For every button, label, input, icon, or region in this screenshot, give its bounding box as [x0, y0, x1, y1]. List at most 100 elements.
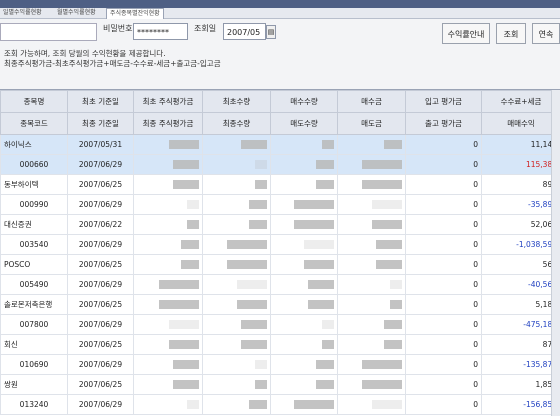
masked-value-cell: [134, 195, 203, 215]
tab-daily[interactable]: 일별수익률현황: [0, 8, 45, 18]
table-row[interactable]: 하이닉스2007/05/31011,140: [1, 135, 560, 155]
profit-table: 종목명 최초 기준일 최초 주식평가금 최초수량 매수수량 매수금 입고 평가금…: [0, 89, 560, 416]
masked-value-cell: [271, 215, 338, 235]
masked-value-cell: [338, 355, 406, 375]
masked-value-cell: [134, 395, 203, 415]
header-row-2: 종목코드 최종 기준일 최종 주식평가금 최종수량 매도수량 매도금 출고 평가…: [1, 113, 560, 135]
stock-name-cell: 하이닉스: [1, 135, 68, 155]
col-header[interactable]: 최초 기준일: [68, 91, 134, 113]
masked-value: [181, 260, 199, 269]
masked-value: [173, 160, 199, 169]
col-header[interactable]: 최종 주식평가금: [134, 113, 203, 135]
table-row[interactable]: 0035402007/06/290-1,038,596: [1, 235, 560, 255]
masked-value-cell: [203, 195, 271, 215]
col-header[interactable]: 최종수량: [203, 113, 271, 135]
masked-value: [187, 200, 199, 209]
masked-value-cell: [134, 375, 203, 395]
table-row[interactable]: 0006602007/06/290115,380: [1, 155, 560, 175]
table-row[interactable]: POSCO2007/06/250560: [1, 255, 560, 275]
col-header[interactable]: 매수수량: [271, 91, 338, 113]
guide-button[interactable]: 수익률안내: [442, 23, 490, 44]
masked-value-cell: [338, 215, 406, 235]
first-date-cell: 2007/06/22: [68, 215, 134, 235]
table-row[interactable]: 동부하이텍2007/06/250890: [1, 175, 560, 195]
account-field[interactable]: [0, 23, 97, 41]
col-header[interactable]: 최초 주식평가금: [134, 91, 203, 113]
masked-value-cell: [271, 315, 338, 335]
masked-value-cell: [271, 175, 338, 195]
in-value-cell: 0: [406, 175, 482, 195]
last-date-cell: 2007/06/29: [68, 275, 134, 295]
masked-value-cell: [271, 395, 338, 415]
tab-stock-profit[interactable]: 주식종목별잔익현황: [106, 8, 164, 19]
masked-value: [294, 400, 334, 409]
query-button[interactable]: 조회: [496, 23, 526, 44]
masked-value-cell: [338, 335, 406, 355]
table-row[interactable]: 0106902007/06/290-135,870: [1, 355, 560, 375]
password-field[interactable]: ********: [133, 23, 188, 40]
masked-value-cell: [338, 195, 406, 215]
col-header[interactable]: 매수금: [338, 91, 406, 113]
masked-value-cell: [134, 135, 203, 155]
date-field[interactable]: 2007/05: [223, 23, 266, 40]
masked-value: [376, 240, 402, 249]
out-value-cell: 0: [406, 355, 482, 375]
table-row[interactable]: 회신2007/06/250870: [1, 335, 560, 355]
col-header[interactable]: 종목명: [1, 91, 68, 113]
calendar-icon[interactable]: ▤: [266, 25, 276, 39]
in-value-cell: 0: [406, 255, 482, 275]
tab-monthly[interactable]: 월별수익률현황: [54, 8, 99, 18]
masked-value: [169, 140, 199, 149]
masked-value-cell: [338, 275, 406, 295]
masked-value-cell: [134, 355, 203, 375]
masked-value: [294, 220, 334, 229]
trade-profit-cell: 115,380: [482, 155, 560, 175]
col-header[interactable]: 매매수익: [482, 113, 560, 135]
col-header[interactable]: 최초수량: [203, 91, 271, 113]
trade-profit-cell: -40,560: [482, 275, 560, 295]
masked-value: [255, 160, 267, 169]
col-header[interactable]: 종목코드: [1, 113, 68, 135]
masked-value: [362, 360, 402, 369]
masked-value-cell: [203, 175, 271, 195]
stock-name-cell: 동부하이텍: [1, 175, 68, 195]
first-date-cell: 2007/06/25: [68, 175, 134, 195]
masked-value: [237, 280, 267, 289]
col-header[interactable]: 매도수량: [271, 113, 338, 135]
masked-value-cell: [203, 255, 271, 275]
masked-value: [255, 180, 267, 189]
masked-value-cell: [338, 175, 406, 195]
masked-value: [249, 220, 267, 229]
masked-value: [376, 260, 402, 269]
masked-value-cell: [338, 135, 406, 155]
stock-code-cell: 013240: [1, 395, 68, 415]
out-value-cell: 0: [406, 235, 482, 255]
info-line-2: 최종주식평가금-최초주식평가금+매도금-수수료-세금+출고금-입고금: [4, 59, 221, 69]
table-row[interactable]: 쌍원2007/06/2501,850: [1, 375, 560, 395]
table-row[interactable]: 대신증권2007/06/22052,066: [1, 215, 560, 235]
masked-value: [237, 300, 267, 309]
date-label: 조회일: [194, 19, 216, 39]
table-row[interactable]: 0132402007/06/290-156,850: [1, 395, 560, 415]
masked-value: [322, 140, 334, 149]
table-row[interactable]: 0078002007/06/290-475,186: [1, 315, 560, 335]
masked-value-cell: [271, 255, 338, 275]
table-row[interactable]: 0009902007/06/290-35,890: [1, 195, 560, 215]
col-header[interactable]: 수수료+세금: [482, 91, 560, 113]
first-date-cell: 2007/06/25: [68, 295, 134, 315]
masked-value: [294, 200, 334, 209]
table-row[interactable]: 솔로몬저축은행2007/06/2505,186: [1, 295, 560, 315]
col-header[interactable]: 매도금: [338, 113, 406, 135]
next-button[interactable]: 연속: [532, 23, 560, 44]
col-header[interactable]: 입고 평가금: [406, 91, 482, 113]
masked-value-cell: [203, 135, 271, 155]
col-header[interactable]: 출고 평가금: [406, 113, 482, 135]
masked-value: [362, 160, 402, 169]
table-row[interactable]: 0054902007/06/290-40,560: [1, 275, 560, 295]
out-value-cell: 0: [406, 275, 482, 295]
masked-value-cell: [134, 295, 203, 315]
vertical-scrollbar[interactable]: [551, 90, 560, 416]
stock-name-cell: 회신: [1, 335, 68, 355]
col-header[interactable]: 최종 기준일: [68, 113, 134, 135]
masked-value: [316, 160, 334, 169]
